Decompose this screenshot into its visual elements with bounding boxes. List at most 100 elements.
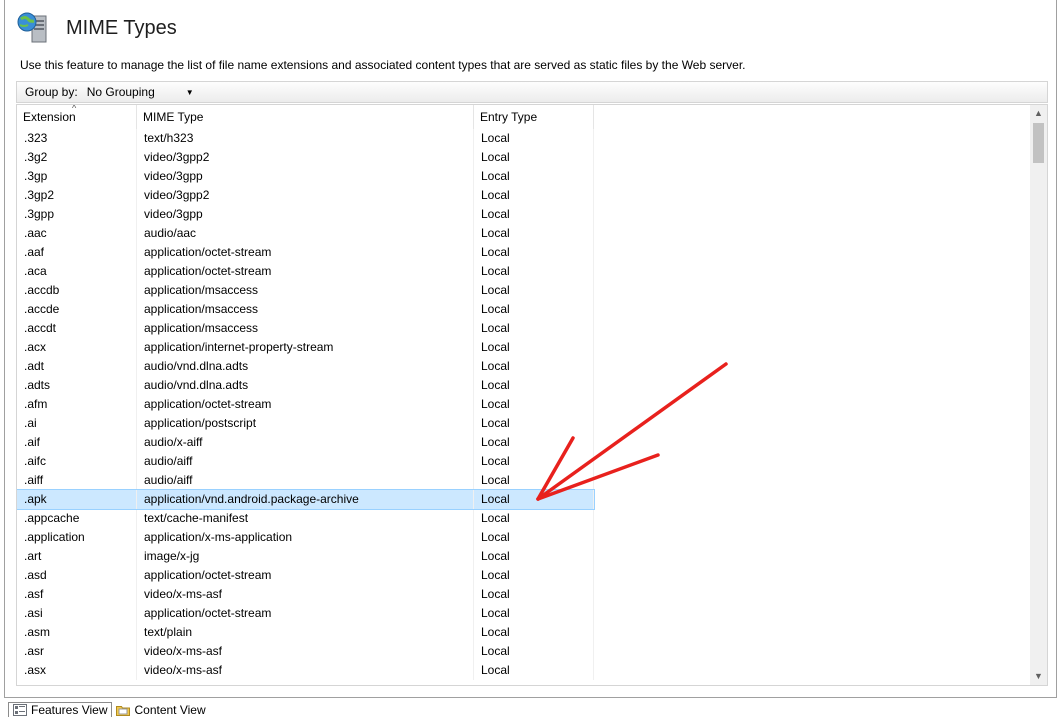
tab-content-view[interactable]: Content View (112, 702, 209, 717)
entry-type-cell: Local (474, 528, 594, 547)
extension-cell: .accdt (17, 319, 137, 338)
table-row[interactable]: .asr video/x-ms-asf Local (17, 642, 1031, 661)
entry-type-cell: Local (474, 243, 594, 262)
page-title: MIME Types (66, 16, 177, 39)
table-row[interactable]: .asf video/x-ms-asf Local (17, 585, 1031, 604)
table-row[interactable]: .asd application/octet-stream Local (17, 566, 1031, 585)
table-row[interactable]: .accdb application/msaccess Local (17, 281, 1031, 300)
scrollbar-thumb[interactable] (1033, 123, 1044, 163)
extension-cell: .application (17, 528, 137, 547)
entry-type-cell: Local (474, 357, 594, 376)
entry-type-cell: Local (474, 186, 594, 205)
column-header-mime-type[interactable]: MIME Type (137, 105, 474, 129)
table-row[interactable]: .3gp2 video/3gpp2 Local (17, 186, 1031, 205)
mime-type-cell: video/x-ms-asf (137, 661, 474, 680)
scroll-down-icon[interactable]: ▼ (1030, 668, 1047, 685)
mime-type-cell: audio/aac (137, 224, 474, 243)
extension-cell: .asr (17, 642, 137, 661)
mime-type-cell: audio/x-aiff (137, 433, 474, 452)
entry-type-cell: Local (474, 642, 594, 661)
mime-type-cell: application/octet-stream (137, 566, 474, 585)
extension-cell: .asm (17, 623, 137, 642)
extension-cell: .aif (17, 433, 137, 452)
table-row[interactable]: .aca application/octet-stream Local (17, 262, 1031, 281)
entry-type-cell: Local (474, 566, 594, 585)
table-row[interactable]: .aaf application/octet-stream Local (17, 243, 1031, 262)
extension-cell: .aca (17, 262, 137, 281)
extension-cell: .aac (17, 224, 137, 243)
extension-cell: .ai (17, 414, 137, 433)
mime-type-cell: video/3gpp (137, 205, 474, 224)
mime-type-cell: video/3gpp (137, 167, 474, 186)
mime-type-cell: application/octet-stream (137, 262, 474, 281)
group-by-label: Group by: (25, 85, 78, 99)
table-row[interactable]: .accde application/msaccess Local (17, 300, 1031, 319)
mime-type-cell: text/cache-manifest (137, 509, 474, 528)
tab-features-view[interactable]: Features View (8, 702, 113, 717)
mime-type-cell: text/h323 (137, 129, 474, 148)
extension-cell: .afm (17, 395, 137, 414)
mime-type-cell: application/msaccess (137, 300, 474, 319)
table-row[interactable]: .accdt application/msaccess Local (17, 319, 1031, 338)
extension-cell: .3gp2 (17, 186, 137, 205)
mime-types-list[interactable]: ^ Extension MIME Type Entry Type .323 tex… (16, 104, 1048, 686)
sort-ascending-icon: ^ (72, 104, 77, 113)
extension-cell: .aaf (17, 243, 137, 262)
extension-cell: .aiff (17, 471, 137, 490)
extension-cell: .acx (17, 338, 137, 357)
extension-cell: .3g2 (17, 148, 137, 167)
extension-cell: .adt (17, 357, 137, 376)
column-header-entry-type[interactable]: Entry Type (474, 105, 594, 129)
mime-type-cell: application/vnd.android.package-archive (137, 490, 474, 509)
scroll-up-icon[interactable]: ▲ (1030, 105, 1047, 122)
vertical-scrollbar[interactable]: ▲ ▼ (1030, 105, 1047, 685)
table-row[interactable]: .aif audio/x-aiff Local (17, 433, 1031, 452)
extension-cell: .323 (17, 129, 137, 148)
group-by-toolbar: Group by: No Grouping ▼ (16, 81, 1048, 103)
table-row[interactable]: .ai application/postscript Local (17, 414, 1031, 433)
table-row[interactable]: .afm application/octet-stream Local (17, 395, 1031, 414)
table-row[interactable]: .asx video/x-ms-asf Local (17, 661, 1031, 680)
table-row[interactable]: .3gpp video/3gpp Local (17, 205, 1031, 224)
table-row[interactable]: .3g2 video/3gpp2 Local (17, 148, 1031, 167)
chevron-down-icon: ▼ (185, 87, 194, 97)
entry-type-cell: Local (474, 471, 594, 490)
table-row[interactable]: .aac audio/aac Local (17, 224, 1031, 243)
mime-type-cell: application/octet-stream (137, 395, 474, 414)
table-row[interactable]: .art image/x-jg Local (17, 547, 1031, 566)
table-row[interactable]: .3gp video/3gpp Local (17, 167, 1031, 186)
entry-type-cell: Local (474, 395, 594, 414)
table-row[interactable]: .apk application/vnd.android.package-arch… (17, 489, 595, 510)
column-header-extension[interactable]: ^ Extension (17, 105, 137, 129)
table-row[interactable]: .appcache text/cache-manifest Local (17, 509, 1031, 528)
group-by-value: No Grouping (86, 85, 155, 99)
entry-type-cell: Local (474, 490, 594, 509)
table-row[interactable]: .323 text/h323 Local (17, 129, 1031, 148)
extension-cell: .art (17, 547, 137, 566)
table-row[interactable]: .adts audio/vnd.dlna.adts Local (17, 376, 1031, 395)
entry-type-cell: Local (474, 167, 594, 186)
table-row[interactable]: .asi application/octet-stream Local (17, 604, 1031, 623)
mime-type-cell: image/x-jg (137, 547, 474, 566)
entry-type-cell: Local (474, 205, 594, 224)
table-row[interactable]: .adt audio/vnd.dlna.adts Local (17, 357, 1031, 376)
table-row[interactable]: .acx application/internet-property-stream… (17, 338, 1031, 357)
entry-type-cell: Local (474, 338, 594, 357)
entry-type-cell: Local (474, 300, 594, 319)
table-row[interactable]: .aiff audio/aiff Local (17, 471, 1031, 490)
extension-cell: .accde (17, 300, 137, 319)
mime-type-cell: video/x-ms-asf (137, 642, 474, 661)
table-row[interactable]: .application application/x-ms-application… (17, 528, 1031, 547)
table-row[interactable]: .aifc audio/aiff Local (17, 452, 1031, 471)
entry-type-cell: Local (474, 376, 594, 395)
table-row[interactable]: .asm text/plain Local (17, 623, 1031, 642)
entry-type-cell: Local (474, 661, 594, 680)
mime-type-cell: audio/vnd.dlna.adts (137, 376, 474, 395)
extension-cell: .accdb (17, 281, 137, 300)
mime-type-cell: audio/vnd.dlna.adts (137, 357, 474, 376)
extension-cell: .asi (17, 604, 137, 623)
entry-type-cell: Local (474, 319, 594, 338)
extension-cell: .appcache (17, 509, 137, 528)
entry-type-cell: Local (474, 604, 594, 623)
group-by-dropdown[interactable]: No Grouping ▼ (82, 83, 198, 101)
